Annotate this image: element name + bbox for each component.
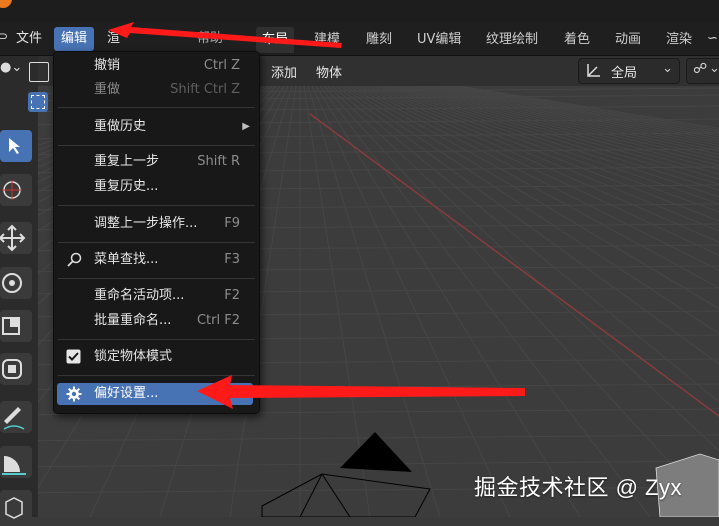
select-mode-button[interactable] <box>28 92 48 112</box>
menu-item-lock-object-modes[interactable]: 锁定物体模式 <box>54 346 259 368</box>
measure-tool[interactable] <box>0 446 32 478</box>
add-cube-tool[interactable] <box>0 490 32 522</box>
menu-item-undo-history[interactable]: 重做历史 ▶ <box>54 116 259 138</box>
menu-separator <box>58 375 255 376</box>
menu-separator <box>58 145 255 146</box>
orientation-value: 全局 <box>611 66 638 81</box>
scale-icon <box>2 317 20 335</box>
gear-icon <box>66 386 82 410</box>
menu-separator <box>58 278 255 279</box>
ruler-icon <box>2 456 26 475</box>
crosshair-icon <box>2 180 22 200</box>
menu-item-repeat-last[interactable]: 重复上一步 Shift R <box>54 151 259 173</box>
menu-item-adjust-last[interactable]: 调整上一步操作... F9 <box>54 213 259 235</box>
mode-icon[interactable]: ●⌄ <box>0 60 22 75</box>
menu-item-menu-search[interactable]: 菜单查找... F3 <box>54 249 259 271</box>
tab-sculpting[interactable]: 雕刻 <box>360 27 398 53</box>
menu-separator <box>58 107 255 108</box>
chevron-down-icon: ⌄ <box>709 61 719 76</box>
pencil-icon <box>3 407 25 430</box>
cube-add-icon <box>5 497 23 519</box>
rotate-tool[interactable] <box>0 267 32 299</box>
search-icon <box>66 252 82 276</box>
cursor-arrow-icon <box>9 138 20 154</box>
blender-menu-icon[interactable]: ⊃ <box>0 29 8 43</box>
tab-rendering[interactable]: 渲染 <box>660 27 698 53</box>
blender-logo-icon <box>0 0 12 8</box>
tab-uv-editing[interactable]: UV编辑 <box>411 27 467 53</box>
cursor-tool[interactable] <box>0 174 32 206</box>
menu-help[interactable]: 帮助 <box>190 27 230 51</box>
tab-texture-paint[interactable]: 纹理绘制 <box>480 27 544 53</box>
annotate-tool[interactable] <box>0 401 32 433</box>
transform-icon <box>2 359 22 379</box>
x-axis-line <box>309 113 719 417</box>
submenu-arrow-icon: ▶ <box>242 121 250 132</box>
menu-separator <box>58 242 255 243</box>
link-icon: ☍ <box>693 61 708 77</box>
menu-item-preferences[interactable]: 偏好设置... <box>57 383 253 405</box>
scroll-right-icon[interactable]: ∽ <box>707 31 718 46</box>
chevron-down-icon: ⌄ <box>662 61 673 76</box>
move-arrows-icon <box>0 224 26 252</box>
tab-animation[interactable]: 动画 <box>609 27 647 53</box>
menu-item-redo[interactable]: 重做 Shift Ctrl Z <box>54 79 259 101</box>
select-box-button[interactable] <box>29 62 49 82</box>
object-menu[interactable]: 物体 <box>316 62 342 81</box>
add-menu[interactable]: 添加 <box>271 62 297 81</box>
menu-file[interactable]: 文件 <box>9 27 49 51</box>
menu-item-rename-active[interactable]: 重命名活动项... F2 <box>54 285 259 307</box>
menu-item-undo[interactable]: 撤销 Ctrl Z <box>54 55 259 77</box>
checkbox-checked-icon[interactable] <box>66 349 81 372</box>
move-tool[interactable] <box>0 222 32 254</box>
scale-tool[interactable] <box>0 310 32 342</box>
pivot-button[interactable]: ☍ ⌄ <box>686 58 719 84</box>
edit-menu-dropdown: 撤销 Ctrl Z 重做 Shift Ctrl Z 重做历史 ▶ 重复上一步 S… <box>53 51 260 414</box>
dashed-box-icon <box>31 95 45 109</box>
tab-shading[interactable]: 着色 <box>558 27 596 53</box>
menu-separator <box>58 205 255 206</box>
menu-edit[interactable]: 编辑 <box>54 27 95 51</box>
menu-render[interactable]: 渲 <box>100 27 127 51</box>
tab-layout[interactable]: 布局 <box>256 27 295 53</box>
transform-tool[interactable] <box>0 353 32 385</box>
transform-axes-icon <box>585 61 603 83</box>
select-tool[interactable] <box>0 130 32 162</box>
menu-item-batch-rename[interactable]: 批量重命名... Ctrl F2 <box>54 310 259 332</box>
transform-orientation-select[interactable]: 全局 ⌄ <box>578 58 680 84</box>
rotate-icon <box>2 273 22 293</box>
menu-separator <box>58 339 255 340</box>
watermark: 掘金技术社区 @ Zyx <box>474 475 682 500</box>
menu-item-repeat-history[interactable]: 重复历史... <box>54 176 259 198</box>
title-bar <box>0 0 719 23</box>
left-toolbar: ●⌄ <box>0 56 49 522</box>
tab-modeling[interactable]: 建模 <box>308 27 346 53</box>
